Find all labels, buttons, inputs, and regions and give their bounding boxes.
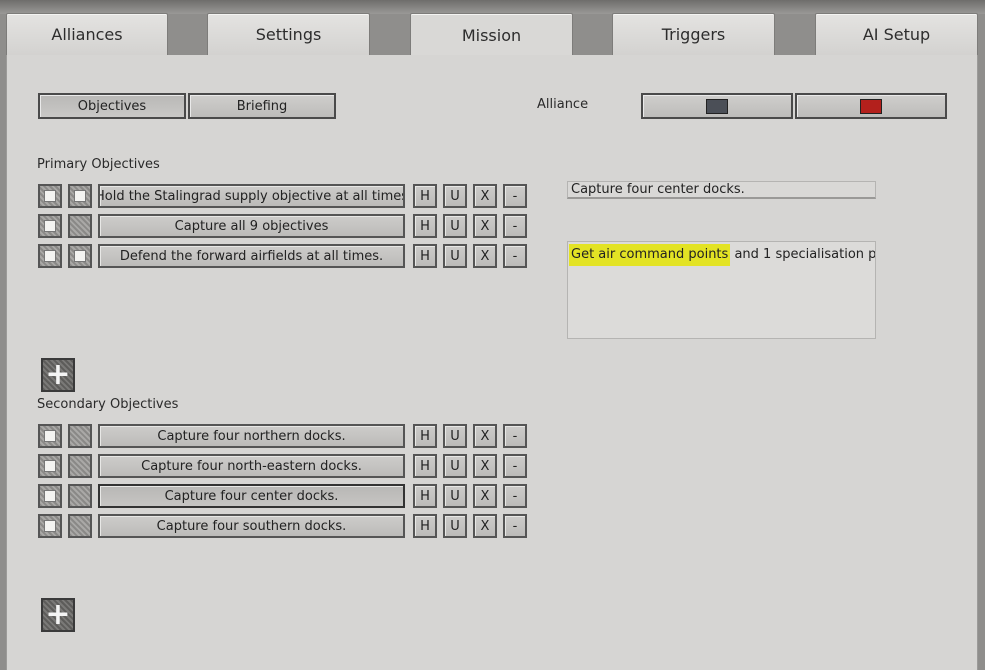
tab-mission[interactable]: Mission	[410, 13, 573, 57]
objective-delete-button[interactable]: X	[473, 184, 497, 208]
objective-checkbox[interactable]	[38, 454, 62, 478]
objective-h-button[interactable]: H	[413, 424, 437, 448]
tab-label: Triggers	[661, 25, 726, 44]
objective-u-button[interactable]: U	[443, 184, 467, 208]
objective-checkbox-empty[interactable]	[68, 484, 92, 508]
tab-label: Settings	[255, 25, 322, 44]
objective-name-button[interactable]: Capture four north-eastern docks.	[98, 454, 405, 478]
alliance-label: Alliance	[537, 97, 589, 112]
plus-icon: +	[45, 357, 71, 392]
objective-minus-button[interactable]: -	[503, 214, 527, 238]
primary-objective-row: Defend the forward airfields at all time…	[38, 244, 530, 268]
objective-h-button[interactable]: H	[413, 244, 437, 268]
plus-icon: +	[45, 597, 71, 632]
objective-checkbox[interactable]	[68, 184, 92, 208]
objective-name-button[interactable]: Capture four northern docks.	[98, 424, 405, 448]
objective-delete-button[interactable]: X	[473, 214, 497, 238]
alliance-color-swatch	[860, 98, 882, 114]
objective-checkbox[interactable]	[38, 514, 62, 538]
tab-label: Mission	[461, 26, 522, 45]
objective-u-button[interactable]: U	[443, 454, 467, 478]
tab-alliances[interactable]: Alliances	[6, 13, 168, 55]
objective-minus-button[interactable]: -	[503, 454, 527, 478]
alliance-button-red[interactable]	[795, 93, 947, 119]
tab-ai-setup[interactable]: AI Setup	[815, 13, 978, 55]
description-text: and 1 specialisation point.	[734, 247, 876, 262]
objective-minus-button[interactable]: -	[503, 514, 527, 538]
objective-minus-button[interactable]: -	[503, 484, 527, 508]
tab-settings[interactable]: Settings	[207, 13, 370, 55]
objective-checkbox[interactable]	[68, 244, 92, 268]
secondary-objectives-heading: Secondary Objectives	[37, 397, 179, 412]
objective-checkbox[interactable]	[38, 424, 62, 448]
objective-name-button[interactable]: Hold the Stalingrad supply objective at …	[98, 184, 405, 208]
objective-name-button[interactable]: Capture four southern docks.	[98, 514, 405, 538]
objective-delete-button[interactable]: X	[473, 484, 497, 508]
objective-name-button[interactable]: Defend the forward airfields at all time…	[98, 244, 405, 268]
objective-minus-button[interactable]: -	[503, 424, 527, 448]
objective-checkbox-empty[interactable]	[68, 214, 92, 238]
objective-h-button[interactable]: H	[413, 514, 437, 538]
add-primary-objective-button[interactable]: +	[41, 358, 75, 392]
objectives-button[interactable]: Objectives	[38, 93, 186, 119]
objective-h-button[interactable]: H	[413, 454, 437, 478]
objective-checkbox[interactable]	[38, 484, 62, 508]
briefing-button[interactable]: Briefing	[188, 93, 336, 119]
add-secondary-objective-button[interactable]: +	[41, 598, 75, 632]
objective-u-button[interactable]: U	[443, 244, 467, 268]
objective-name-button-selected[interactable]: Capture four center docks.	[98, 484, 405, 508]
objective-checkbox[interactable]	[38, 244, 62, 268]
primary-objective-row: Hold the Stalingrad supply objective at …	[38, 184, 530, 208]
objective-minus-button[interactable]: -	[503, 184, 527, 208]
selected-text-highlight: Get air command points	[569, 244, 731, 266]
objective-minus-button[interactable]: -	[503, 244, 527, 268]
secondary-objective-row: Capture four north-eastern docks. H U X …	[38, 454, 530, 478]
objective-checkbox[interactable]	[38, 184, 62, 208]
objective-u-button[interactable]: U	[443, 484, 467, 508]
objective-delete-button[interactable]: X	[473, 244, 497, 268]
alliance-color-swatch	[706, 98, 728, 114]
tab-triggers[interactable]: Triggers	[612, 13, 775, 55]
objective-u-button[interactable]: U	[443, 514, 467, 538]
primary-objective-row: Capture all 9 objectives H U X -	[38, 214, 530, 238]
objective-checkbox-empty[interactable]	[68, 424, 92, 448]
objective-h-button[interactable]: H	[413, 214, 437, 238]
secondary-objective-row: Capture four northern docks. H U X -	[38, 424, 530, 448]
tab-label: Alliances	[51, 25, 123, 44]
objective-checkbox[interactable]	[38, 214, 62, 238]
alliance-button-gray[interactable]	[641, 93, 793, 119]
objective-title-input[interactable]: Capture four center docks.	[567, 181, 876, 199]
objective-h-button[interactable]: H	[413, 484, 437, 508]
objective-delete-button[interactable]: X	[473, 454, 497, 478]
secondary-objective-row: Capture four center docks. H U X -	[38, 484, 530, 508]
objective-checkbox-empty[interactable]	[68, 454, 92, 478]
primary-objectives-heading: Primary Objectives	[37, 157, 160, 172]
objective-u-button[interactable]: U	[443, 214, 467, 238]
objective-description-textarea[interactable]: Get air command points and 1 specialisat…	[567, 241, 876, 339]
objective-u-button[interactable]: U	[443, 424, 467, 448]
secondary-objective-row: Capture four southern docks. H U X -	[38, 514, 530, 538]
objective-checkbox-empty[interactable]	[68, 514, 92, 538]
objective-delete-button[interactable]: X	[473, 514, 497, 538]
objective-h-button[interactable]: H	[413, 184, 437, 208]
objective-name-button[interactable]: Capture all 9 objectives	[98, 214, 405, 238]
mission-panel	[6, 55, 978, 670]
objective-delete-button[interactable]: X	[473, 424, 497, 448]
tab-label: AI Setup	[862, 25, 931, 44]
window-top-strip	[0, 0, 985, 14]
